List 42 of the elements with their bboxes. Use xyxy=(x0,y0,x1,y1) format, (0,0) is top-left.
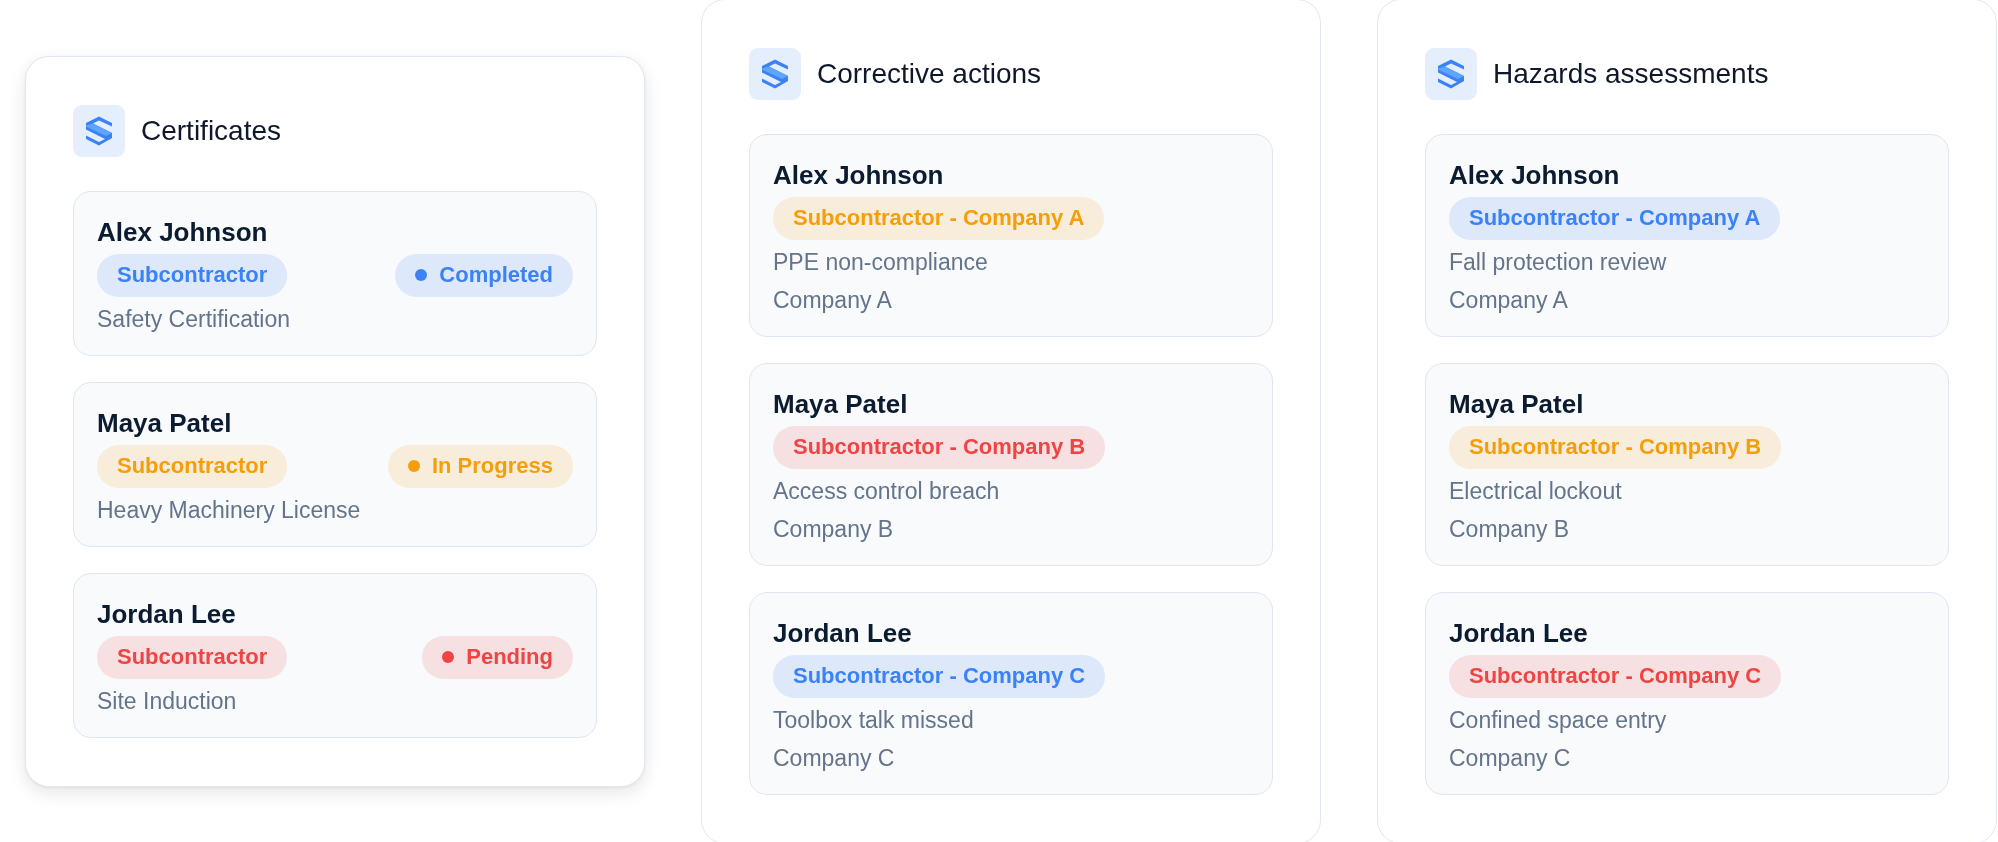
role-tag: Subcontractor xyxy=(97,253,288,297)
person-name: Maya Patel xyxy=(773,387,909,420)
person-name: Maya Patel xyxy=(97,406,233,439)
detail-text: Electrical lockout xyxy=(1449,476,1623,506)
panel-title: Hazards assessments xyxy=(1493,56,1769,91)
status-label: Pending xyxy=(466,644,553,670)
role-tag: Subcontractor - Company A xyxy=(1449,196,1781,240)
person-name: Alex Johnson xyxy=(1449,158,1621,191)
role-tag: Subcontractor - Company C xyxy=(773,654,1106,698)
detail-text: Site Induction xyxy=(97,686,238,716)
detail-text: PPE non-compliance xyxy=(773,247,989,277)
shield-logo-icon xyxy=(73,104,125,157)
person-name: Jordan Lee xyxy=(1449,616,1589,649)
detail-text: Company C xyxy=(1449,743,1572,773)
detail-text: Company A xyxy=(773,285,893,315)
panel-title: Certificates xyxy=(141,113,282,148)
detail-text: Fall protection review xyxy=(1449,247,1668,277)
status-label: In Progress xyxy=(431,453,553,479)
detail-text: Toolbox talk missed xyxy=(773,705,975,735)
detail-text: Confined space entry xyxy=(1449,705,1668,735)
role-tag: Subcontractor - Company C xyxy=(1449,654,1782,698)
role-tag: Subcontractor - Company A xyxy=(773,196,1105,240)
panel-title: Corrective actions xyxy=(817,56,1042,91)
detail-text: Company B xyxy=(1449,514,1571,544)
shield-logo-icon xyxy=(749,47,801,100)
shield-logo-icon xyxy=(1425,47,1477,100)
person-name: Maya Patel xyxy=(1449,387,1585,420)
role-tag: Subcontractor xyxy=(97,444,288,488)
detail-text: Safety Certification xyxy=(97,304,292,334)
role-tag: Subcontractor - Company B xyxy=(1449,425,1782,469)
person-name: Alex Johnson xyxy=(773,158,945,191)
person-name: Jordan Lee xyxy=(773,616,913,649)
person-name: Alex Johnson xyxy=(97,215,269,248)
detail-text: Access control breach xyxy=(773,476,1001,506)
status-label: Completed xyxy=(439,262,553,288)
detail-text: Company A xyxy=(1449,285,1569,315)
detail-text: Company B xyxy=(773,514,895,544)
role-tag: Subcontractor - Company B xyxy=(773,425,1106,469)
person-name: Jordan Lee xyxy=(97,597,237,630)
detail-text: Heavy Machinery License xyxy=(97,495,362,525)
detail-text: Company C xyxy=(773,743,896,773)
role-tag: Subcontractor xyxy=(97,635,288,679)
